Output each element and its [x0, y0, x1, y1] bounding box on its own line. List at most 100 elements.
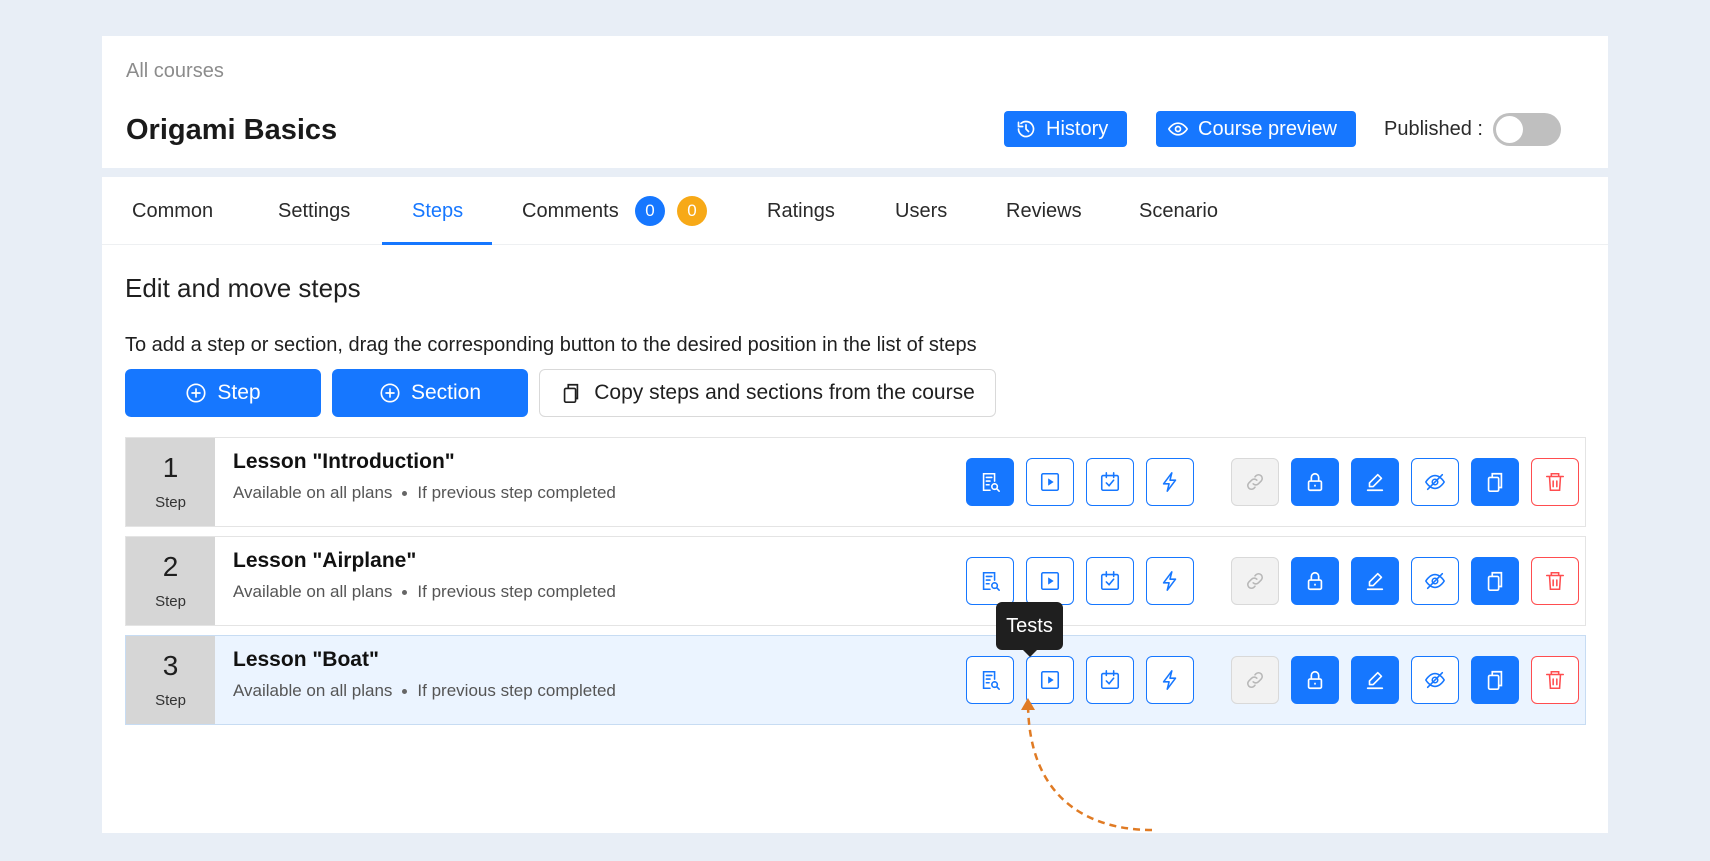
add-section-button[interactable]: Section	[332, 369, 528, 417]
link-button[interactable]	[1231, 458, 1279, 506]
step-row[interactable]: 1 Step Lesson "Introduction" Available o…	[125, 437, 1586, 527]
lesson-preview-button[interactable]	[966, 656, 1014, 704]
availability-text: Available on all plans	[233, 582, 393, 601]
lock-button[interactable]	[1291, 458, 1339, 506]
lock-icon	[1304, 570, 1326, 592]
lesson-preview-icon	[979, 570, 1001, 592]
lightning-icon	[1159, 471, 1181, 493]
edit-button[interactable]	[1351, 557, 1399, 605]
lock-icon	[1304, 669, 1326, 691]
actions-button[interactable]	[1146, 458, 1194, 506]
availability-text: Available on all plans	[233, 483, 393, 502]
tab-settings[interactable]: Settings	[278, 200, 350, 223]
eye-off-icon	[1424, 471, 1446, 493]
eye-icon	[1168, 122, 1188, 136]
eye-off-icon	[1424, 669, 1446, 691]
active-tab-indicator	[382, 242, 492, 245]
link-button[interactable]	[1231, 557, 1279, 605]
duplicate-button[interactable]	[1471, 557, 1519, 605]
separator-dot	[402, 490, 408, 496]
step-number: 2	[162, 550, 179, 582]
lightning-icon	[1159, 570, 1181, 592]
lesson-title[interactable]: Lesson "Airplane"	[233, 549, 416, 573]
tests-button[interactable]	[1026, 557, 1074, 605]
assignment-button[interactable]	[1086, 557, 1134, 605]
tests-button[interactable]	[1026, 458, 1074, 506]
lightning-icon	[1159, 669, 1181, 691]
lesson-meta: Available on all plans If previous step …	[233, 483, 616, 503]
condition-text: If previous step completed	[417, 483, 616, 502]
breadcrumb-all-courses[interactable]: All courses	[126, 60, 224, 83]
link-icon	[1244, 471, 1266, 493]
hide-button[interactable]	[1411, 458, 1459, 506]
tab-steps[interactable]: Steps	[412, 200, 463, 223]
add-step-button[interactable]: Step	[125, 369, 321, 417]
eye-off-icon	[1424, 570, 1446, 592]
delete-button[interactable]	[1531, 656, 1579, 704]
trash-icon	[1544, 669, 1566, 691]
condition-text: If previous step completed	[417, 681, 616, 700]
add-step-label: Step	[217, 381, 261, 404]
tab-reviews[interactable]: Reviews	[1006, 200, 1082, 223]
copy-icon	[1484, 471, 1506, 493]
drag-hint-text: To add a step or section, drag the corre…	[125, 334, 977, 356]
assignment-calendar-icon	[1099, 669, 1121, 691]
separator-dot	[402, 688, 408, 694]
assignment-calendar-icon	[1099, 471, 1121, 493]
step-number-cell[interactable]: 1 Step	[126, 438, 215, 526]
history-button[interactable]: History	[1004, 111, 1127, 147]
step-number-cell[interactable]: 2 Step	[126, 537, 215, 625]
lesson-preview-button[interactable]	[966, 557, 1014, 605]
duplicate-button[interactable]	[1471, 656, 1519, 704]
hide-button[interactable]	[1411, 557, 1459, 605]
lesson-preview-button[interactable]	[966, 458, 1014, 506]
tests-tooltip: Tests	[996, 602, 1063, 657]
tests-play-icon	[1039, 669, 1061, 691]
actions-button[interactable]	[1146, 557, 1194, 605]
tests-play-icon	[1039, 471, 1061, 493]
assignment-button[interactable]	[1086, 458, 1134, 506]
published-toggle[interactable]	[1493, 113, 1561, 146]
plus-circle-icon	[186, 383, 206, 403]
delete-button[interactable]	[1531, 557, 1579, 605]
steps-panel: Common Settings Steps Comments 0 0 Ratin…	[102, 177, 1608, 833]
edit-button[interactable]	[1351, 656, 1399, 704]
trash-icon	[1544, 471, 1566, 493]
lesson-meta: Available on all plans If previous step …	[233, 582, 616, 602]
course-preview-button[interactable]: Course preview	[1156, 111, 1356, 147]
comments-pending-badge: 0	[677, 196, 707, 226]
delete-button[interactable]	[1531, 458, 1579, 506]
hide-button[interactable]	[1411, 656, 1459, 704]
section-title: Edit and move steps	[125, 273, 361, 303]
copy-icon	[1484, 669, 1506, 691]
copy-icon	[1484, 570, 1506, 592]
lesson-title[interactable]: Lesson "Boat"	[233, 648, 379, 672]
tab-ratings[interactable]: Ratings	[767, 200, 835, 223]
duplicate-button[interactable]	[1471, 458, 1519, 506]
link-button[interactable]	[1231, 656, 1279, 704]
step-row[interactable]: 2 Step Lesson "Airplane" Available on al…	[125, 536, 1586, 626]
tab-users[interactable]: Users	[895, 200, 947, 223]
tab-common[interactable]: Common	[132, 200, 213, 223]
tab-scenario[interactable]: Scenario	[1139, 200, 1218, 223]
lock-icon	[1304, 471, 1326, 493]
step-number: 3	[162, 649, 179, 681]
link-icon	[1244, 570, 1266, 592]
lesson-preview-icon	[979, 471, 1001, 493]
edit-pen-icon	[1364, 570, 1386, 592]
copy-icon	[563, 383, 579, 403]
lock-button[interactable]	[1291, 656, 1339, 704]
separator-dot	[402, 589, 408, 595]
step-row[interactable]: 3 Step Lesson "Boat" Available on all pl…	[125, 635, 1586, 725]
step-number-cell[interactable]: 3 Step	[126, 636, 215, 724]
step-number: 1	[162, 451, 179, 483]
edit-button[interactable]	[1351, 458, 1399, 506]
toggle-knob	[1496, 116, 1523, 143]
link-icon	[1244, 669, 1266, 691]
lesson-title[interactable]: Lesson "Introduction"	[233, 450, 455, 474]
tab-comments[interactable]: Comments	[522, 200, 619, 223]
lesson-preview-icon	[979, 669, 1001, 691]
comments-count-badge: 0	[635, 196, 665, 226]
copy-steps-button[interactable]: Copy steps and sections from the course	[539, 369, 996, 417]
lock-button[interactable]	[1291, 557, 1339, 605]
